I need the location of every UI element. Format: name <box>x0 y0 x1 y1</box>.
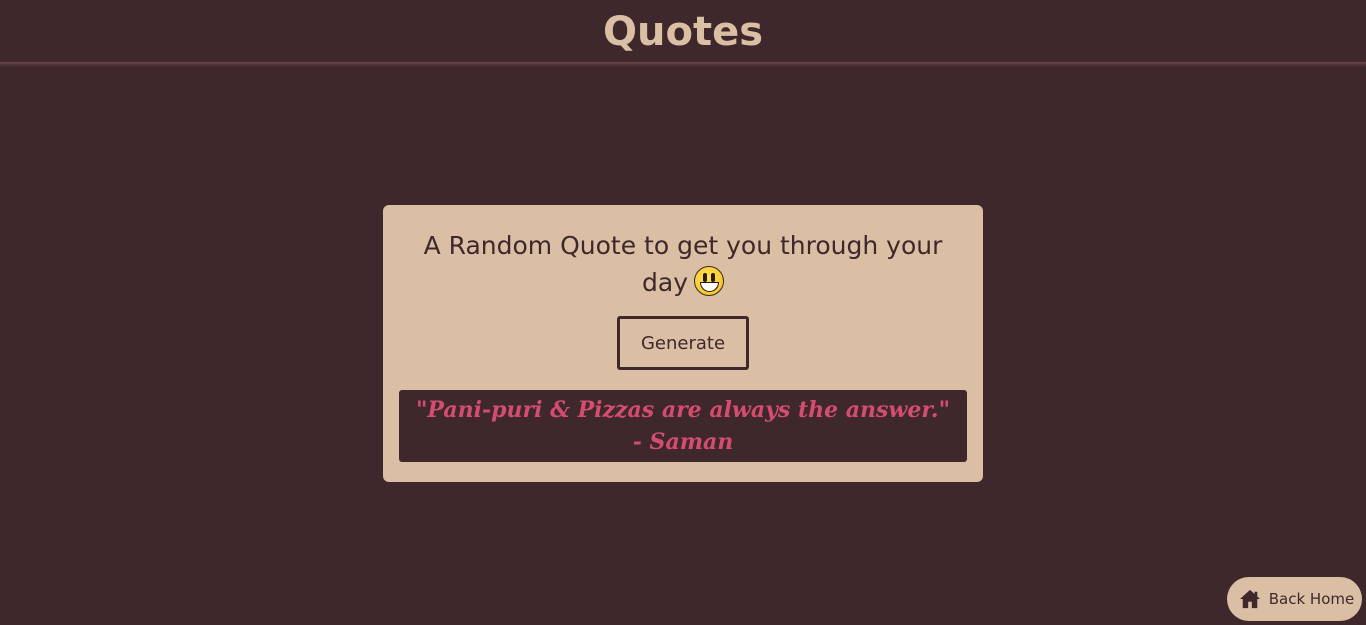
quote-author: - Saman <box>632 429 734 455</box>
card-heading-text: A Random Quote to get you through your d… <box>423 231 943 297</box>
page-title: Quotes <box>602 9 764 55</box>
header-divider <box>0 62 1366 65</box>
back-home-button[interactable]: Back Home <box>1227 577 1362 621</box>
quote-card: A Random Quote to get you through your d… <box>383 205 983 482</box>
home-icon <box>1239 589 1260 609</box>
quote-text: "Pani-puri & Pizzas are always the answe… <box>415 397 951 423</box>
back-home-label: Back Home <box>1268 590 1355 608</box>
quote-box: "Pani-puri & Pizzas are always the answe… <box>399 390 967 462</box>
header: Quotes <box>0 0 1366 63</box>
generate-button[interactable]: Generate <box>617 316 749 370</box>
grinning-face-emoji-icon <box>693 266 724 296</box>
card-heading: A Random Quote to get you through your d… <box>403 227 963 301</box>
